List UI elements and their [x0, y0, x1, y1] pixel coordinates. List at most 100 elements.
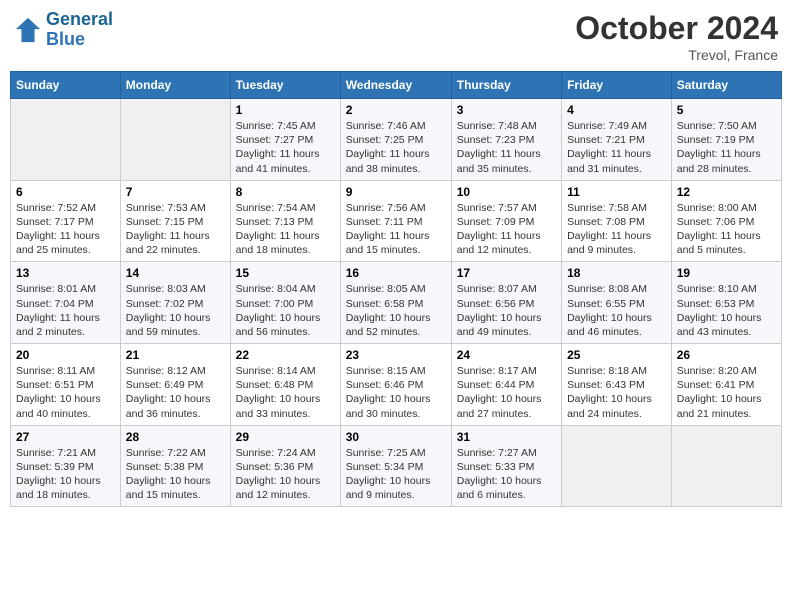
calendar-cell: 26Sunrise: 8:20 AM Sunset: 6:41 PM Dayli… [671, 344, 781, 426]
day-number: 24 [457, 348, 556, 362]
calendar-cell: 18 Sunrise: 8:08 AM Sunset: 6:55 PM Dayli… [562, 262, 672, 344]
day-info: Sunrise: 8:17 AM Sunset: 6:44 PM Dayligh… [457, 364, 556, 421]
day-info: Sunrise: 7:56 AM Sunset: 7:11 PM Dayligh… [346, 201, 446, 258]
weekday-header-cell: Wednesday [340, 72, 451, 99]
calendar-table: SundayMondayTuesdayWednesdayThursdayFrid… [10, 71, 782, 507]
day-info: Sunrise: 7:22 AM Sunset: 5:38 PM Dayligh… [126, 446, 225, 503]
calendar-cell: 19 Sunrise: 8:10 AM Sunset: 6:53 PM Dayli… [671, 262, 781, 344]
day-info: Sunrise: 7:53 AM Sunset: 7:15 PM Dayligh… [126, 201, 225, 258]
day-number: 6 [16, 185, 115, 199]
day-number: 9 [346, 185, 446, 199]
day-number: 20 [16, 348, 115, 362]
day-number: 1 [236, 103, 335, 117]
day-number: 10 [457, 185, 556, 199]
calendar-week-row: 6Sunrise: 7:52 AM Sunset: 7:17 PM Daylig… [11, 180, 782, 262]
day-info: Sunrise: 7:58 AM Sunset: 7:08 PM Dayligh… [567, 201, 666, 258]
day-number: 21 [126, 348, 225, 362]
day-info: Sunrise: 7:45 AM Sunset: 7:27 PM Dayligh… [236, 119, 335, 176]
day-number: 5 [677, 103, 776, 117]
day-info: Sunrise: 8:01 AM Sunset: 7:04 PM Dayligh… [16, 282, 115, 339]
day-number: 2 [346, 103, 446, 117]
calendar-cell: 21Sunrise: 8:12 AM Sunset: 6:49 PM Dayli… [120, 344, 230, 426]
calendar-cell: 31Sunrise: 7:27 AM Sunset: 5:33 PM Dayli… [451, 425, 561, 507]
month-title: October 2024 [575, 10, 778, 47]
day-info: Sunrise: 7:46 AM Sunset: 7:25 PM Dayligh… [346, 119, 446, 176]
day-info: Sunrise: 7:49 AM Sunset: 7:21 PM Dayligh… [567, 119, 666, 176]
calendar-cell: 4Sunrise: 7:49 AM Sunset: 7:21 PM Daylig… [562, 99, 672, 181]
day-info: Sunrise: 7:48 AM Sunset: 7:23 PM Dayligh… [457, 119, 556, 176]
calendar-week-row: 1 Sunrise: 7:45 AM Sunset: 7:27 PM Daylig… [11, 99, 782, 181]
calendar-week-row: 27 Sunrise: 7:21 AM Sunset: 5:39 PM Dayli… [11, 425, 782, 507]
logo-text: General Blue [46, 10, 113, 50]
day-number: 18 [567, 266, 666, 280]
calendar-cell: 13 Sunrise: 8:01 AM Sunset: 7:04 PM Dayli… [11, 262, 121, 344]
day-number: 28 [126, 430, 225, 444]
calendar-cell: 12Sunrise: 8:00 AM Sunset: 7:06 PM Dayli… [671, 180, 781, 262]
title-block: October 2024 Trevol, France [575, 10, 778, 63]
calendar-cell: 27 Sunrise: 7:21 AM Sunset: 5:39 PM Dayli… [11, 425, 121, 507]
day-info: Sunrise: 7:50 AM Sunset: 7:19 PM Dayligh… [677, 119, 776, 176]
day-number: 3 [457, 103, 556, 117]
day-info: Sunrise: 8:18 AM Sunset: 6:43 PM Dayligh… [567, 364, 666, 421]
calendar-cell: 30Sunrise: 7:25 AM Sunset: 5:34 PM Dayli… [340, 425, 451, 507]
day-info: Sunrise: 8:07 AM Sunset: 6:56 PM Dayligh… [457, 282, 556, 339]
calendar-body: 1 Sunrise: 7:45 AM Sunset: 7:27 PM Daylig… [11, 99, 782, 507]
day-number: 7 [126, 185, 225, 199]
calendar-cell: 17 Sunrise: 8:07 AM Sunset: 6:56 PM Dayli… [451, 262, 561, 344]
logo-icon [14, 16, 42, 44]
calendar-week-row: 20 Sunrise: 8:11 AM Sunset: 6:51 PM Dayli… [11, 344, 782, 426]
calendar-cell: 5 Sunrise: 7:50 AM Sunset: 7:19 PM Daylig… [671, 99, 781, 181]
day-info: Sunrise: 7:27 AM Sunset: 5:33 PM Dayligh… [457, 446, 556, 503]
day-info: Sunrise: 7:57 AM Sunset: 7:09 PM Dayligh… [457, 201, 556, 258]
day-number: 14 [126, 266, 225, 280]
day-info: Sunrise: 8:05 AM Sunset: 6:58 PM Dayligh… [346, 282, 446, 339]
day-number: 17 [457, 266, 556, 280]
day-number: 19 [677, 266, 776, 280]
calendar-cell: 16 Sunrise: 8:05 AM Sunset: 6:58 PM Dayli… [340, 262, 451, 344]
page-header: General Blue October 2024 Trevol, France [10, 10, 782, 63]
calendar-cell: 20 Sunrise: 8:11 AM Sunset: 6:51 PM Dayli… [11, 344, 121, 426]
weekday-header-cell: Saturday [671, 72, 781, 99]
day-number: 29 [236, 430, 335, 444]
day-number: 13 [16, 266, 115, 280]
calendar-cell: 9 Sunrise: 7:56 AM Sunset: 7:11 PM Daylig… [340, 180, 451, 262]
calendar-cell: 6Sunrise: 7:52 AM Sunset: 7:17 PM Daylig… [11, 180, 121, 262]
calendar-cell: 14 Sunrise: 8:03 AM Sunset: 7:02 PM Dayli… [120, 262, 230, 344]
calendar-cell: 11Sunrise: 7:58 AM Sunset: 7:08 PM Dayli… [562, 180, 672, 262]
calendar-cell [120, 99, 230, 181]
day-info: Sunrise: 8:08 AM Sunset: 6:55 PM Dayligh… [567, 282, 666, 339]
day-info: Sunrise: 8:03 AM Sunset: 7:02 PM Dayligh… [126, 282, 225, 339]
calendar-cell: 8 Sunrise: 7:54 AM Sunset: 7:13 PM Daylig… [230, 180, 340, 262]
calendar-cell: 2 Sunrise: 7:46 AM Sunset: 7:25 PM Daylig… [340, 99, 451, 181]
day-number: 25 [567, 348, 666, 362]
calendar-week-row: 13 Sunrise: 8:01 AM Sunset: 7:04 PM Dayli… [11, 262, 782, 344]
day-info: Sunrise: 8:11 AM Sunset: 6:51 PM Dayligh… [16, 364, 115, 421]
calendar-cell [11, 99, 121, 181]
weekday-header-cell: Monday [120, 72, 230, 99]
day-number: 27 [16, 430, 115, 444]
day-info: Sunrise: 8:00 AM Sunset: 7:06 PM Dayligh… [677, 201, 776, 258]
weekday-header-row: SundayMondayTuesdayWednesdayThursdayFrid… [11, 72, 782, 99]
day-number: 23 [346, 348, 446, 362]
calendar-cell [671, 425, 781, 507]
day-number: 16 [346, 266, 446, 280]
calendar-cell: 28 Sunrise: 7:22 AM Sunset: 5:38 PM Dayli… [120, 425, 230, 507]
day-info: Sunrise: 7:54 AM Sunset: 7:13 PM Dayligh… [236, 201, 335, 258]
calendar-cell: 22Sunrise: 8:14 AM Sunset: 6:48 PM Dayli… [230, 344, 340, 426]
calendar-cell: 23Sunrise: 8:15 AM Sunset: 6:46 PM Dayli… [340, 344, 451, 426]
calendar-cell: 29 Sunrise: 7:24 AM Sunset: 5:36 PM Dayli… [230, 425, 340, 507]
calendar-cell [562, 425, 672, 507]
day-info: Sunrise: 7:24 AM Sunset: 5:36 PM Dayligh… [236, 446, 335, 503]
weekday-header-cell: Sunday [11, 72, 121, 99]
calendar-cell: 25 Sunrise: 8:18 AM Sunset: 6:43 PM Dayli… [562, 344, 672, 426]
logo: General Blue [14, 10, 113, 50]
day-info: Sunrise: 8:14 AM Sunset: 6:48 PM Dayligh… [236, 364, 335, 421]
calendar-cell: 7 Sunrise: 7:53 AM Sunset: 7:15 PM Daylig… [120, 180, 230, 262]
location-label: Trevol, France [575, 47, 778, 63]
calendar-cell: 3 Sunrise: 7:48 AM Sunset: 7:23 PM Daylig… [451, 99, 561, 181]
day-info: Sunrise: 8:10 AM Sunset: 6:53 PM Dayligh… [677, 282, 776, 339]
day-number: 8 [236, 185, 335, 199]
day-info: Sunrise: 8:20 AM Sunset: 6:41 PM Dayligh… [677, 364, 776, 421]
day-number: 30 [346, 430, 446, 444]
day-info: Sunrise: 7:21 AM Sunset: 5:39 PM Dayligh… [16, 446, 115, 503]
